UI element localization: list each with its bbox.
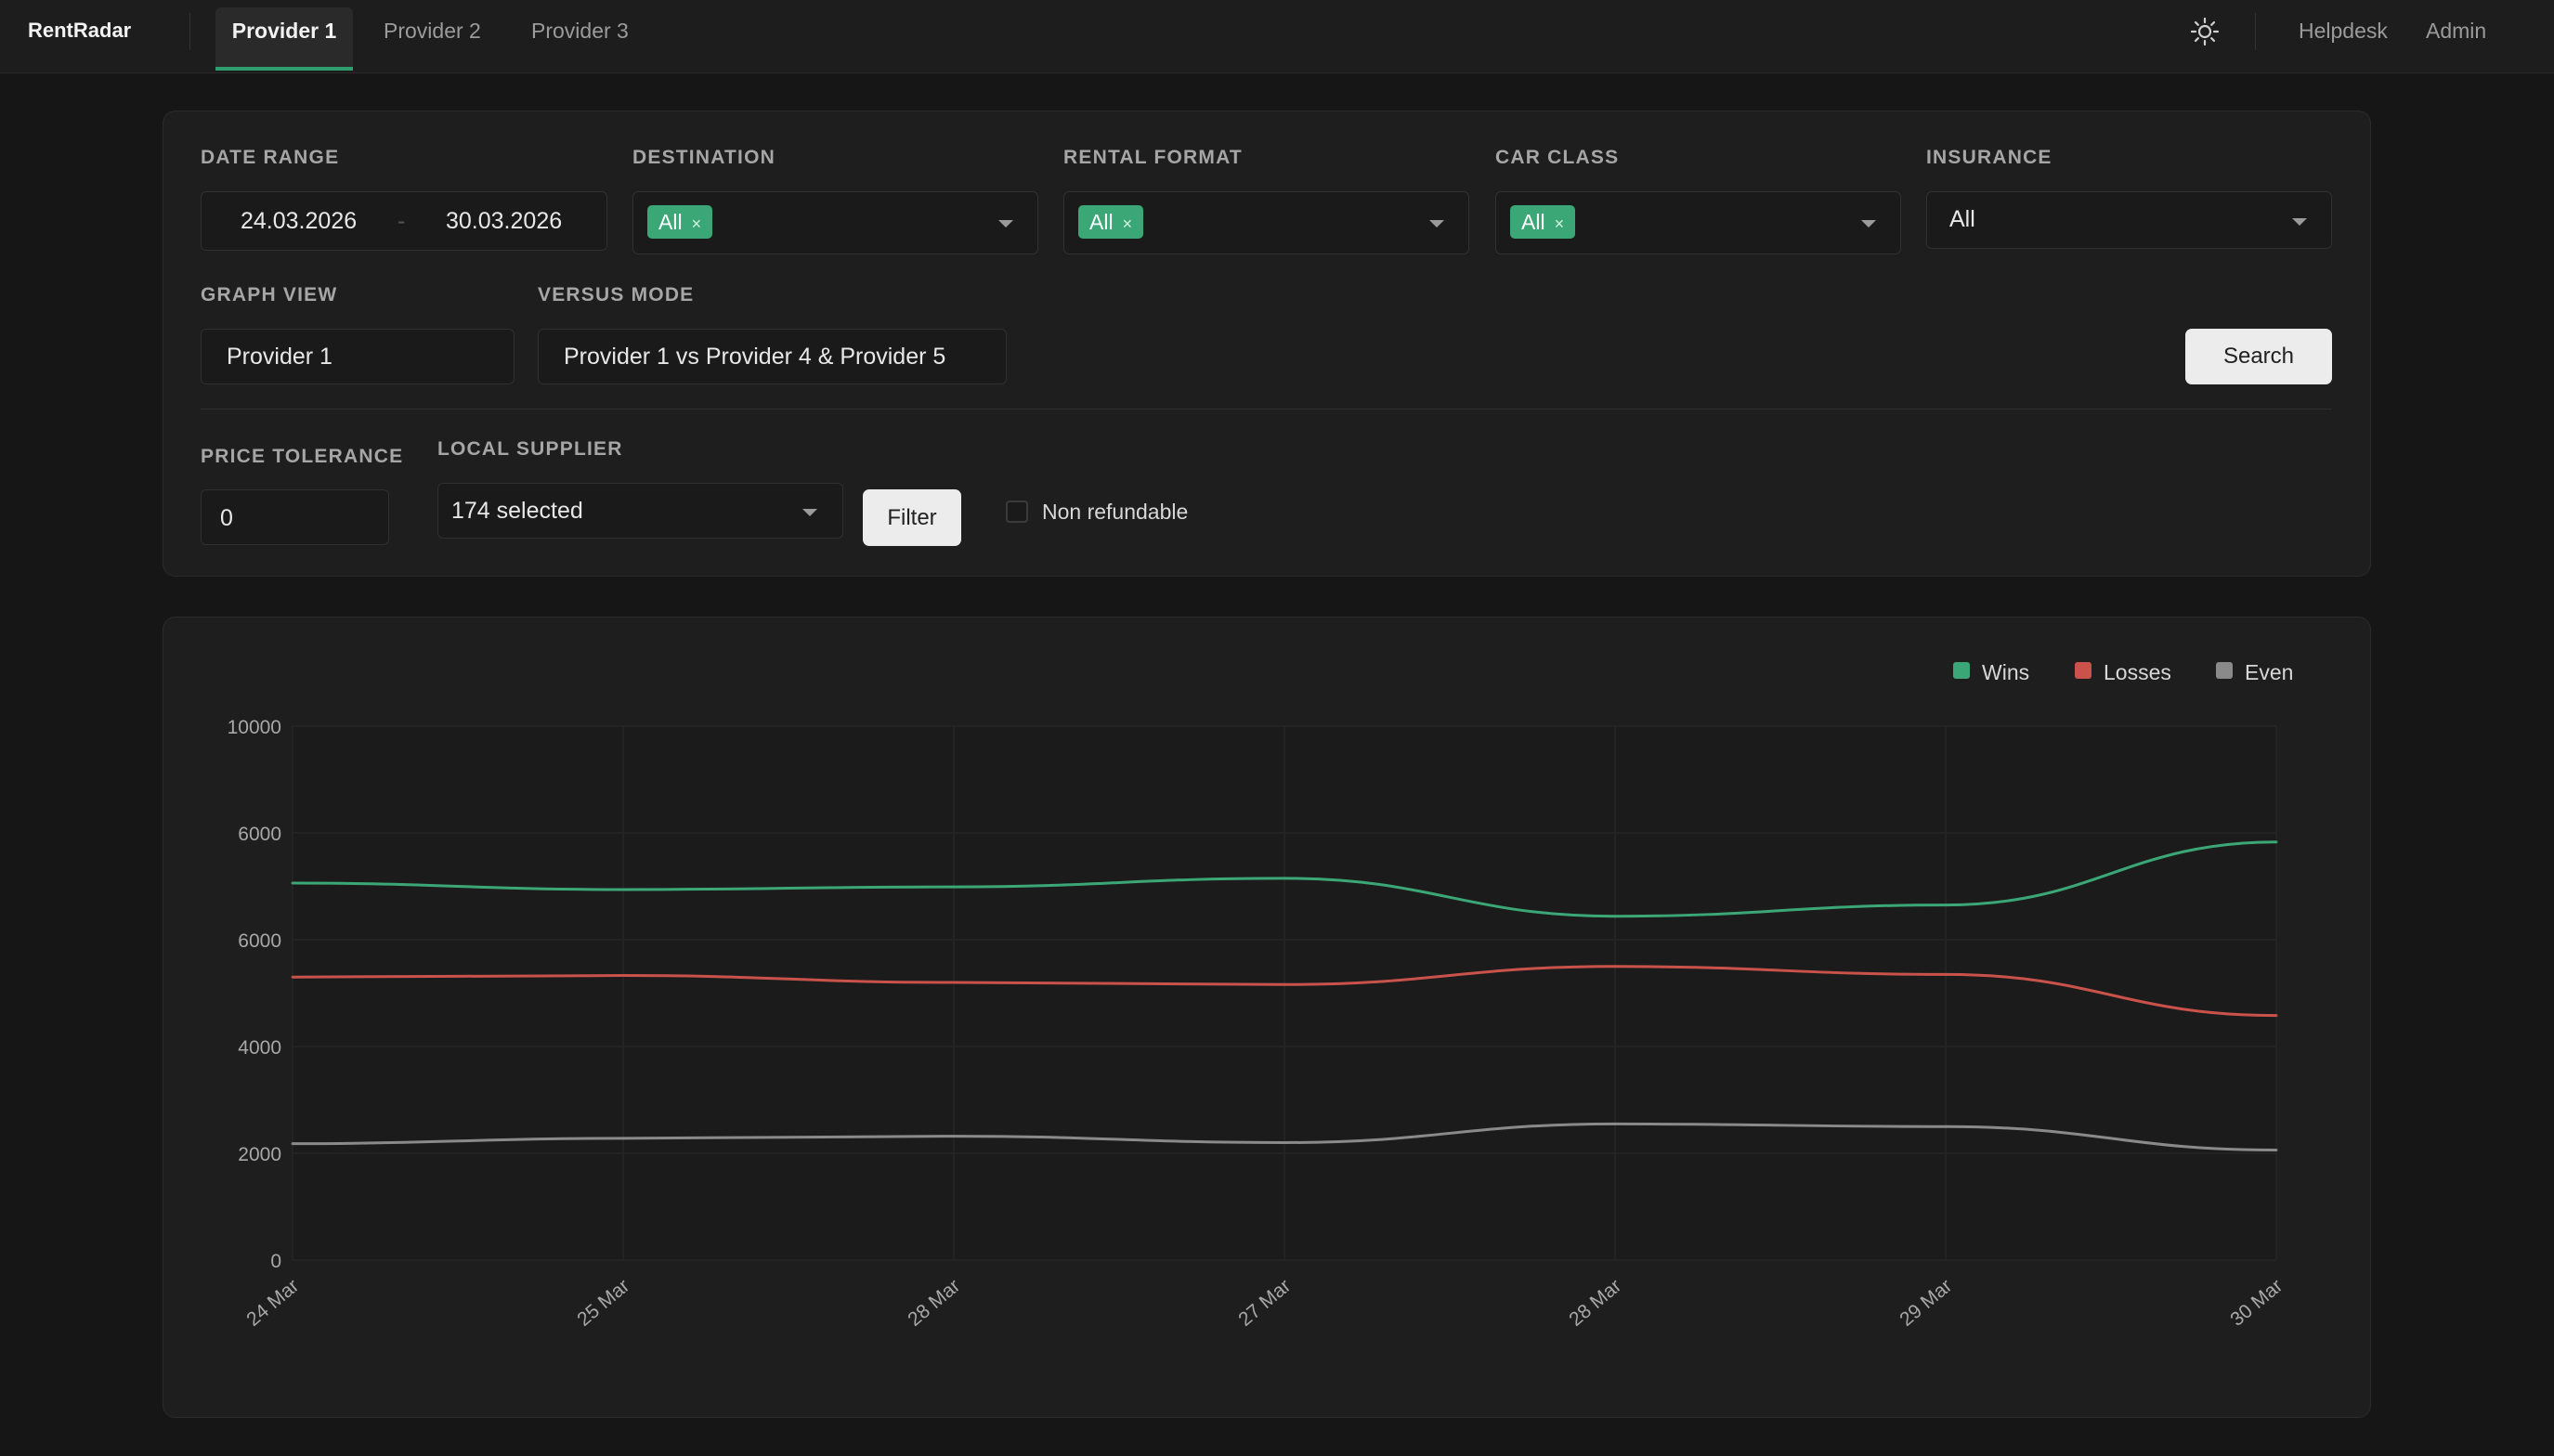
- line-chart: 0 2000 4000 6000 6000 10000 24 Mar 25 Mar 28 Mar…: [228, 717, 2287, 1331]
- tab-provider-2[interactable]: Provider 2: [384, 19, 481, 73]
- data-point-even: [291, 1142, 294, 1146]
- chevron-down-icon: [1861, 220, 1876, 228]
- data-point-even: [952, 1135, 956, 1138]
- price-tolerance-label: PRICE TOLERANCE: [201, 446, 404, 467]
- y-tick-label: 4000: [238, 1037, 281, 1059]
- data-point-losses: [621, 974, 625, 978]
- chip-remove-icon[interactable]: ×: [1555, 214, 1565, 233]
- nav-divider: [2255, 13, 2256, 50]
- data-point-wins: [1613, 915, 1617, 918]
- data-point-even: [1613, 1122, 1617, 1125]
- versus-mode-label: VERSUS MODE: [538, 284, 695, 306]
- sun-icon[interactable]: [2190, 17, 2220, 46]
- data-point-losses: [1613, 965, 1617, 968]
- price-tolerance-input[interactable]: 0: [201, 489, 389, 545]
- brand-logo[interactable]: RentRadar: [28, 19, 131, 43]
- destination-label: DESTINATION: [632, 147, 775, 168]
- x-tick-label: 28 Mar: [904, 1275, 964, 1331]
- local-supplier-label: LOCAL SUPPLIER: [437, 438, 623, 460]
- data-point-even: [621, 1137, 625, 1140]
- rental-format-label: RENTAL FORMAT: [1063, 147, 1243, 168]
- y-tick-label: 6000: [238, 930, 281, 952]
- data-point-even: [2274, 1149, 2278, 1152]
- date-from[interactable]: 24.03.2026: [241, 208, 357, 235]
- data-point-even: [1944, 1124, 1948, 1128]
- destination-chip[interactable]: All ×: [647, 205, 713, 239]
- car-class-label: CAR CLASS: [1495, 147, 1620, 168]
- insurance-label: INSURANCE: [1926, 147, 2052, 168]
- admin-link[interactable]: Admin: [2426, 19, 2486, 44]
- chart-panel: Wins Losses Even 0 2000 4000 6000 6000 10000 2…: [163, 617, 2371, 1418]
- chevron-down-icon: [2292, 218, 2307, 226]
- x-tick-label: 27 Mar: [1234, 1275, 1295, 1331]
- x-tick-label: 28 Mar: [1565, 1275, 1625, 1331]
- data-point-even: [1283, 1141, 1286, 1144]
- data-point-losses: [291, 975, 294, 979]
- data-point-losses: [952, 981, 956, 984]
- non-refundable-checkbox[interactable]: [1006, 500, 1028, 523]
- insurance-select[interactable]: All: [1926, 191, 2332, 249]
- filter-button[interactable]: Filter: [863, 489, 961, 546]
- y-tick-label: 2000: [238, 1144, 281, 1165]
- rental-format-chip[interactable]: All ×: [1078, 205, 1144, 239]
- chevron-down-icon: [998, 220, 1013, 228]
- data-point-losses: [1283, 982, 1286, 986]
- data-point-wins: [952, 885, 956, 889]
- search-button[interactable]: Search: [2185, 329, 2332, 384]
- chevron-down-icon: [802, 509, 817, 516]
- x-tick-label: 29 Mar: [1896, 1275, 1956, 1331]
- data-point-losses: [2274, 1014, 2278, 1018]
- date-separator: -: [397, 208, 406, 234]
- chip-remove-icon[interactable]: ×: [1123, 214, 1133, 233]
- x-tick-label: 24 Mar: [242, 1275, 303, 1331]
- brand-divider: [189, 13, 190, 50]
- local-supplier-select[interactable]: 174 selected: [437, 483, 843, 539]
- y-tick-label: 10000: [228, 717, 281, 738]
- car-class-chip[interactable]: All ×: [1510, 205, 1576, 239]
- date-to[interactable]: 30.03.2026: [446, 208, 562, 235]
- tab-provider-1[interactable]: Provider 1: [215, 7, 353, 71]
- versus-mode-value: Provider 1 vs Provider 4 & Provider 5: [564, 344, 946, 370]
- data-point-wins: [2274, 840, 2278, 844]
- chevron-down-icon: [1429, 220, 1444, 228]
- y-tick-label: 6000: [238, 824, 281, 845]
- data-point-wins: [1283, 877, 1286, 880]
- graph-view-select[interactable]: Provider 1: [201, 329, 515, 384]
- car-class-select[interactable]: All ×: [1495, 191, 1901, 254]
- date-range-label: DATE RANGE: [201, 147, 340, 168]
- filter-panel: DATE RANGE DESTINATION RENTAL FORMAT CAR…: [163, 110, 2371, 577]
- data-point-wins: [621, 888, 625, 891]
- data-point-wins: [1944, 904, 1948, 907]
- date-range-picker[interactable]: 24.03.2026 - 30.03.2026: [201, 191, 607, 251]
- data-point-losses: [1944, 972, 1948, 976]
- y-tick-label: 0: [270, 1251, 281, 1272]
- tab-provider-3[interactable]: Provider 3: [531, 19, 629, 73]
- filter-divider: [201, 409, 2332, 410]
- x-tick-label: 30 Mar: [2226, 1275, 2287, 1331]
- top-navbar: RentRadar Provider 1 Provider 2 Provider…: [0, 0, 2554, 73]
- versus-mode-select[interactable]: Provider 1 vs Provider 4 & Provider 5: [538, 329, 1007, 384]
- local-supplier-value: 174 selected: [451, 498, 583, 524]
- non-refundable-label[interactable]: Non refundable: [1042, 500, 1188, 525]
- chip-remove-icon[interactable]: ×: [692, 214, 702, 233]
- x-tick-label: 25 Mar: [573, 1275, 633, 1331]
- helpdesk-link[interactable]: Helpdesk: [2299, 19, 2388, 44]
- graph-view-value: Provider 1: [227, 344, 332, 370]
- destination-select[interactable]: All ×: [632, 191, 1038, 254]
- data-point-wins: [291, 881, 294, 885]
- graph-view-label: GRAPH VIEW: [201, 284, 338, 306]
- rental-format-select[interactable]: All ×: [1063, 191, 1469, 254]
- insurance-value: All: [1949, 206, 1975, 232]
